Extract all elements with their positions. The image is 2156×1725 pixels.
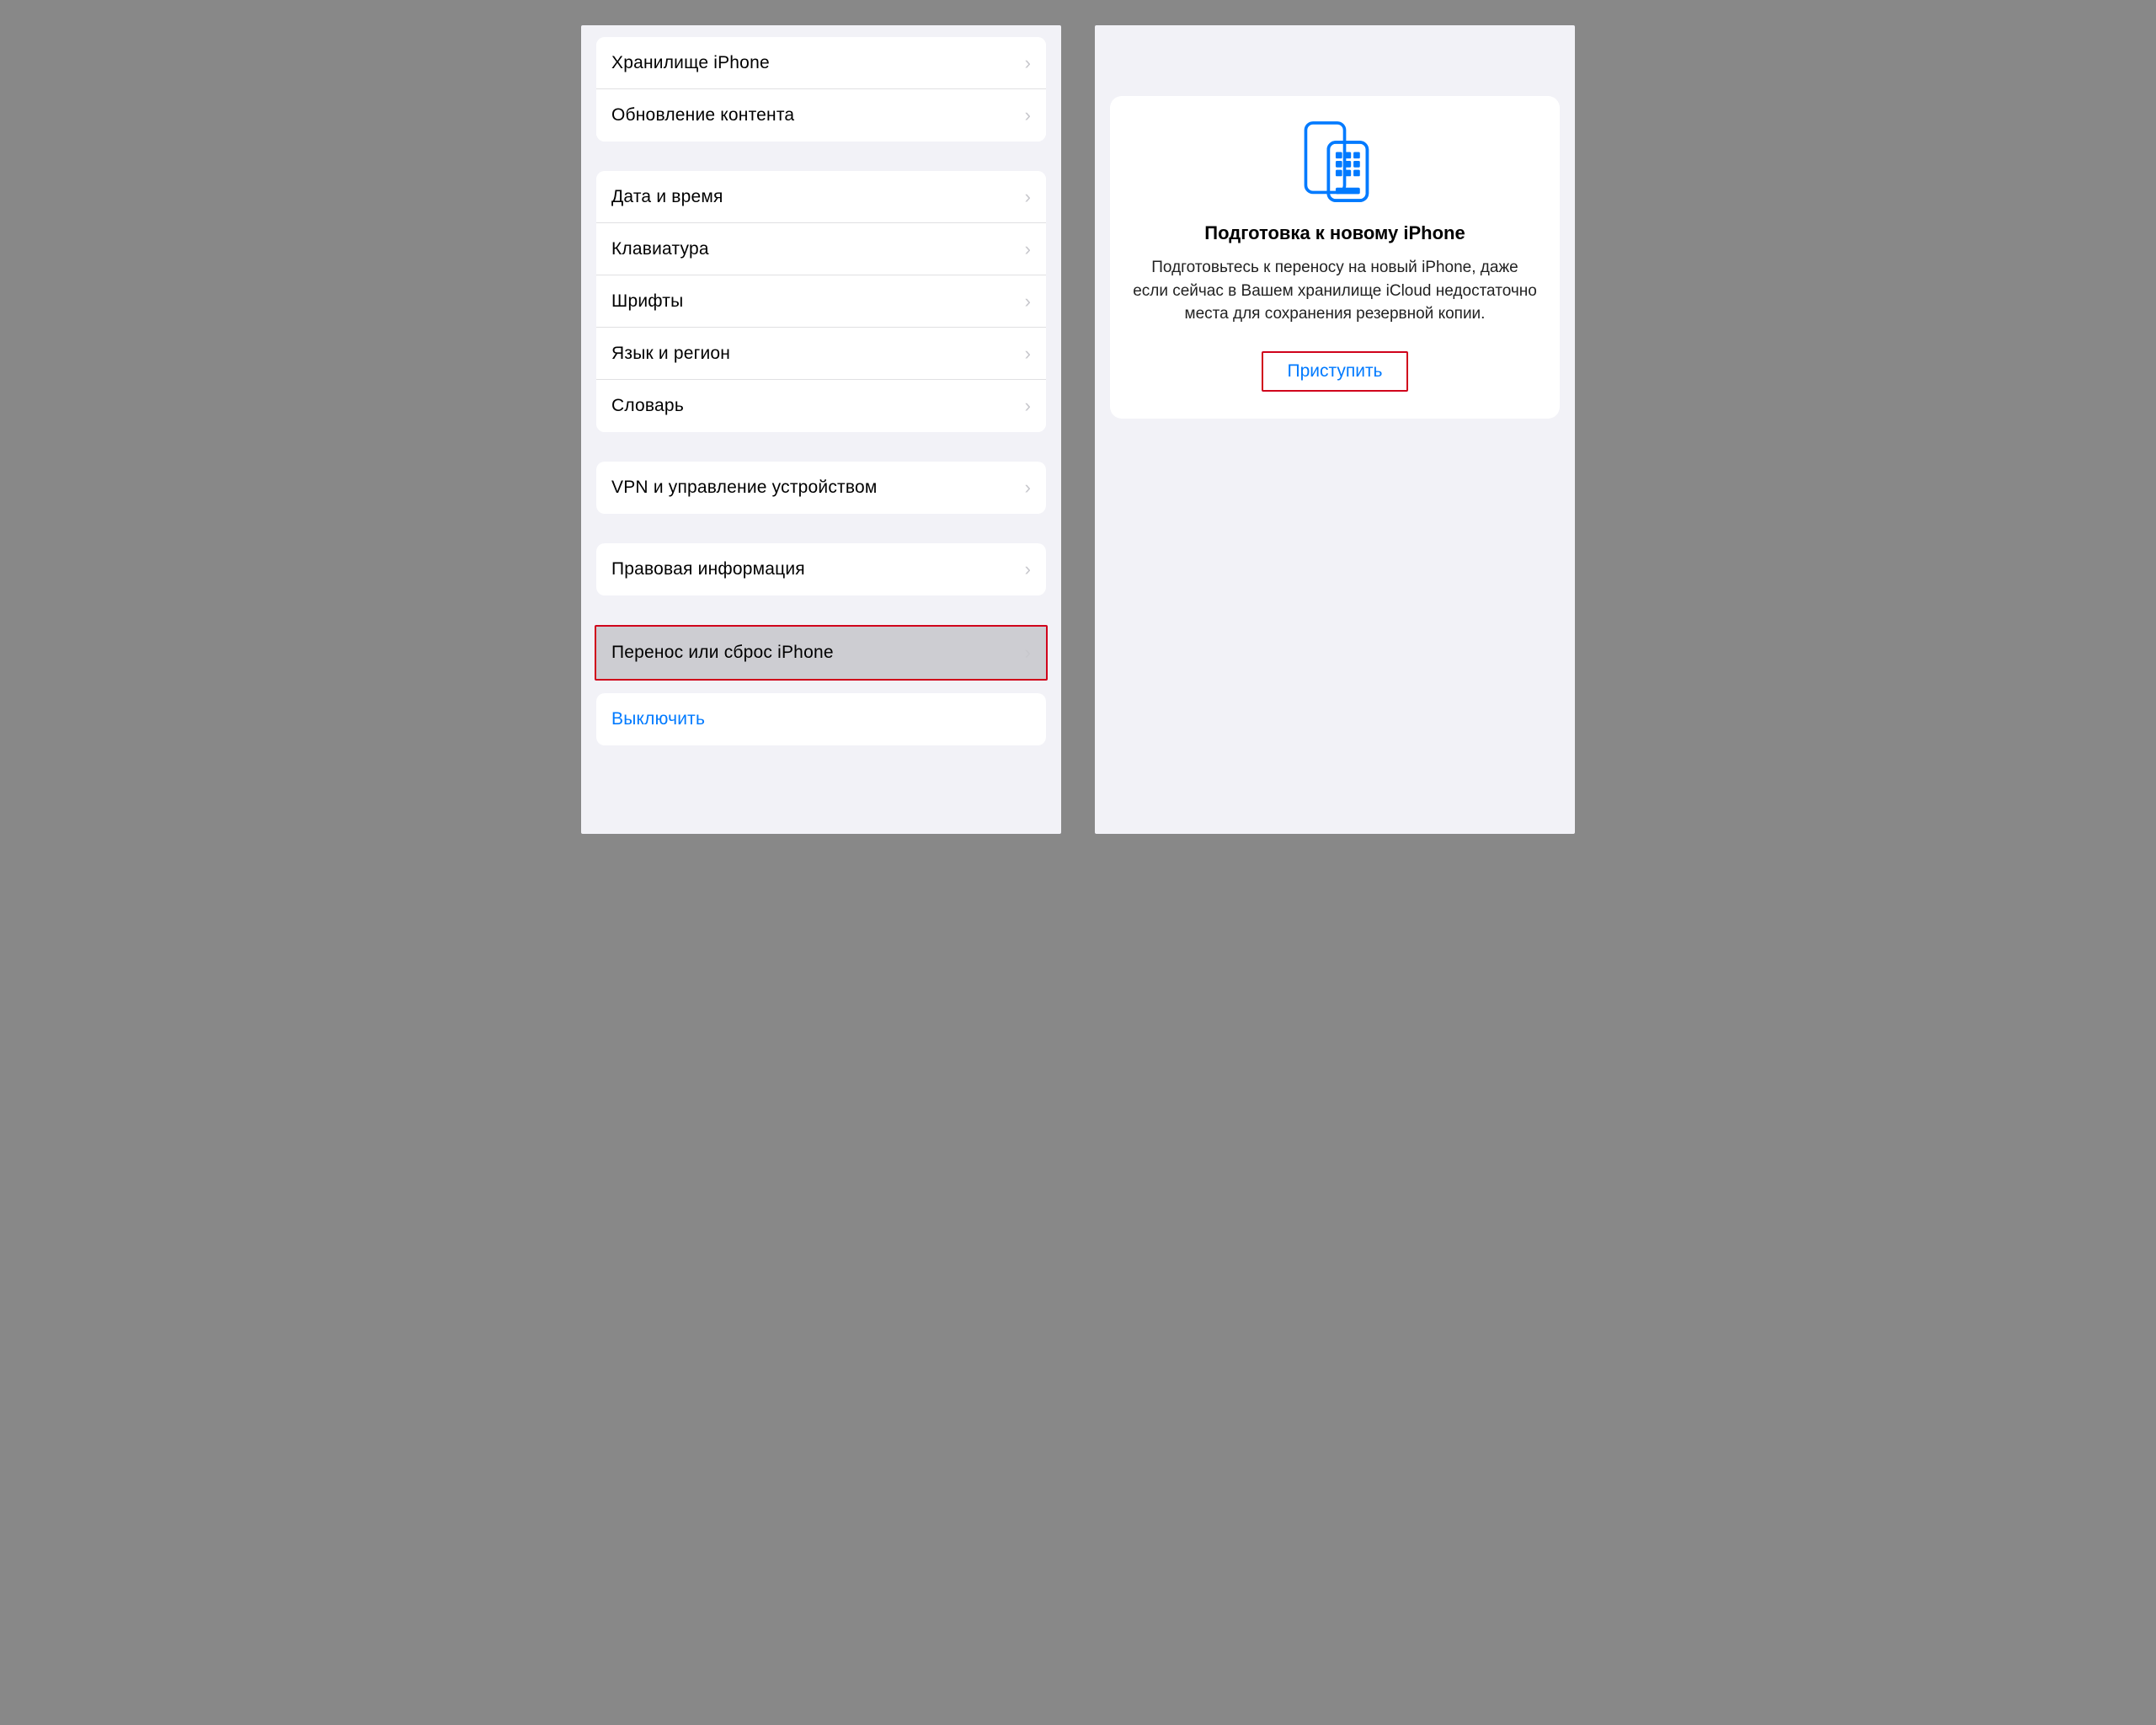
row-date-time[interactable]: Дата и время › bbox=[596, 171, 1046, 223]
card-title: Подготовка к новому iPhone bbox=[1132, 222, 1538, 244]
row-keyboard[interactable]: Клавиатура › bbox=[596, 223, 1046, 275]
row-language-region[interactable]: Язык и регион › bbox=[596, 328, 1046, 380]
row-iphone-storage[interactable]: Хранилище iPhone › bbox=[596, 37, 1046, 89]
row-label: Обновление контента bbox=[611, 105, 794, 126]
row-label: Словарь bbox=[611, 396, 684, 416]
row-label: Перенос или сброс iPhone bbox=[611, 643, 834, 663]
chevron-right-icon: › bbox=[1025, 186, 1031, 208]
chevron-right-icon: › bbox=[1025, 395, 1031, 417]
chevron-right-icon: › bbox=[1025, 642, 1031, 664]
settings-group-legal: Правовая информация › bbox=[596, 543, 1046, 595]
settings-group-vpn: VPN и управление устройством › bbox=[596, 462, 1046, 514]
settings-group-general: Дата и время › Клавиатура › Шрифты › Язы… bbox=[596, 171, 1046, 432]
row-label: Клавиатура bbox=[611, 239, 709, 259]
prepare-new-iphone-card: Подготовка к новому iPhone Подготовьтесь… bbox=[1110, 96, 1560, 419]
devices-icon bbox=[1293, 120, 1377, 204]
card-body: Подготовьтесь к переносу на новый iPhone… bbox=[1132, 256, 1538, 326]
row-label: VPN и управление устройством bbox=[611, 478, 877, 498]
chevron-right-icon: › bbox=[1025, 558, 1031, 580]
get-started-button[interactable]: Приступить bbox=[1262, 351, 1407, 392]
row-label: Хранилище iPhone bbox=[611, 53, 770, 73]
row-vpn-device-management[interactable]: VPN и управление устройством › bbox=[596, 462, 1046, 514]
chevron-right-icon: › bbox=[1025, 477, 1031, 499]
row-transfer-or-reset[interactable]: Перенос или сброс iPhone › bbox=[596, 627, 1046, 679]
row-label: Выключить bbox=[611, 709, 705, 729]
row-label: Дата и время bbox=[611, 187, 723, 207]
settings-group-transfer-highlighted: Перенос или сброс iPhone › bbox=[595, 625, 1048, 681]
row-shutdown[interactable]: Выключить bbox=[596, 693, 1046, 745]
chevron-right-icon: › bbox=[1025, 343, 1031, 365]
chevron-right-icon: › bbox=[1025, 52, 1031, 74]
row-dictionary[interactable]: Словарь › bbox=[596, 380, 1046, 432]
row-fonts[interactable]: Шрифты › bbox=[596, 275, 1046, 328]
transfer-panel: Подготовка к новому iPhone Подготовьтесь… bbox=[1095, 25, 1575, 834]
settings-panel: Хранилище iPhone › Обновление контента ›… bbox=[581, 25, 1061, 834]
settings-group-shutdown: Выключить bbox=[596, 693, 1046, 745]
chevron-right-icon: › bbox=[1025, 291, 1031, 312]
chevron-right-icon: › bbox=[1025, 104, 1031, 126]
settings-group-storage: Хранилище iPhone › Обновление контента › bbox=[596, 37, 1046, 142]
row-background-refresh[interactable]: Обновление контента › bbox=[596, 89, 1046, 142]
row-label: Шрифты bbox=[611, 291, 683, 312]
row-legal[interactable]: Правовая информация › bbox=[596, 543, 1046, 595]
row-label: Правовая информация bbox=[611, 559, 805, 579]
row-label: Язык и регион bbox=[611, 344, 730, 364]
chevron-right-icon: › bbox=[1025, 238, 1031, 260]
